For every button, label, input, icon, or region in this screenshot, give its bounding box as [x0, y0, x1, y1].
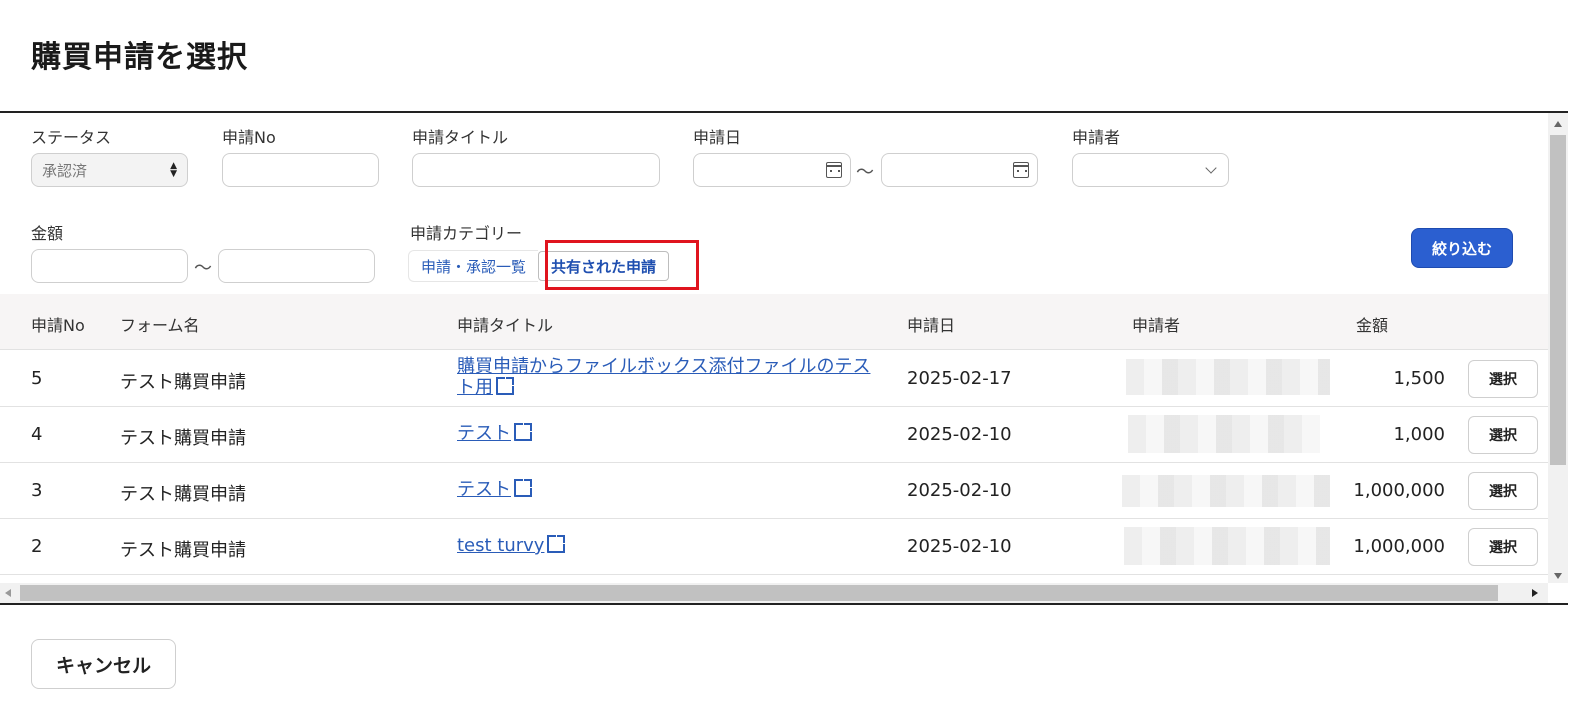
blurred-applicant — [1128, 415, 1320, 453]
amount-max-input[interactable] — [218, 249, 375, 283]
header-date: 申請日 — [907, 316, 956, 335]
header-title: 申請タイトル — [457, 316, 554, 335]
table-row: 4 テスト購買申請 テスト 2025-02-10 1,000 選択 — [0, 407, 1548, 463]
row-amount: 1,000 — [1393, 424, 1445, 445]
select-button[interactable]: 選択 — [1468, 528, 1538, 566]
row-title[interactable]: 購買申請からファイルボックス添付ファイルのテスト用 — [457, 356, 870, 398]
header-no: 申請No — [31, 316, 85, 335]
table-row: 5 テスト購買申請 購買申請からファイルボックス添付ファイルのテスト用 2025… — [0, 351, 1548, 407]
search-panel: ステータス 承認済 ▲ ▼ 申請No 申請タイトル 申請日 ～ 申請者 金額 ～ … — [0, 111, 1568, 605]
row-title-link[interactable]: test turvy — [457, 535, 566, 556]
calendar-icon[interactable] — [826, 162, 842, 178]
scroll-left-icon[interactable] — [5, 589, 11, 597]
table-header: 申請No フォーム名 申請タイトル 申請日 申請者 金額 — [0, 294, 1548, 350]
filter-button[interactable]: 絞り込む — [1411, 228, 1513, 268]
title-input[interactable] — [412, 153, 660, 187]
no-input[interactable] — [222, 153, 379, 187]
header-applicant: 申請者 — [1132, 316, 1181, 335]
header-amount: 金額 — [1356, 316, 1389, 335]
row-amount: 1,500 — [1393, 368, 1445, 389]
amount-range-separator: ～ — [194, 258, 212, 279]
row-title-link[interactable]: テスト — [457, 423, 532, 444]
title-label: 申請タイトル — [412, 128, 509, 147]
external-link-icon — [547, 535, 566, 553]
select-button[interactable]: 選択 — [1468, 360, 1538, 398]
cancel-button[interactable]: キャンセル — [31, 639, 176, 689]
header-form: フォーム名 — [120, 316, 200, 335]
category-tabs: 申請・承認一覧 共有された申請 — [408, 249, 670, 283]
blurred-applicant — [1124, 527, 1330, 565]
category-label: 申請カテゴリー — [410, 224, 523, 243]
external-link-icon — [496, 377, 514, 395]
row-form: テスト購買申請 — [120, 484, 246, 505]
row-title[interactable]: test turvy — [457, 535, 544, 556]
tab-request-approval-list[interactable]: 申請・承認一覧 — [408, 250, 539, 282]
page-title: 購買申請を選択 — [31, 40, 248, 75]
row-amount: 1,000,000 — [1353, 536, 1445, 557]
select-button[interactable]: 選択 — [1468, 472, 1538, 510]
calendar-icon[interactable] — [1013, 162, 1029, 178]
row-date: 2025-02-10 — [907, 424, 1012, 445]
row-date: 2025-02-17 — [907, 368, 1012, 389]
applicant-label: 申請者 — [1072, 128, 1121, 147]
row-no: 5 — [31, 368, 43, 389]
row-title[interactable]: テスト — [457, 423, 511, 444]
updown-icon: ▲ ▼ — [170, 161, 177, 179]
row-amount: 1,000,000 — [1353, 480, 1445, 501]
no-label: 申請No — [222, 128, 276, 147]
tab-shared-requests[interactable]: 共有された申請 — [538, 251, 670, 281]
horizontal-scroll-thumb[interactable] — [20, 585, 1498, 601]
amount-label: 金額 — [31, 224, 64, 243]
vertical-scroll-thumb[interactable] — [1550, 135, 1566, 465]
row-no: 4 — [31, 424, 43, 445]
table-row: 2 テスト購買申請 test turvy 2025-02-10 1,000,00… — [0, 519, 1548, 575]
date-range-separator: ～ — [856, 162, 874, 183]
row-no: 2 — [31, 536, 43, 557]
scroll-up-icon[interactable] — [1554, 121, 1562, 127]
scroll-right-icon[interactable] — [1532, 589, 1538, 597]
status-select[interactable]: 承認済 ▲ ▼ — [31, 153, 188, 187]
row-title-link[interactable]: テスト — [457, 479, 532, 500]
blurred-applicant — [1122, 475, 1330, 507]
status-value: 承認済 — [42, 161, 88, 180]
vertical-scrollbar[interactable] — [1548, 113, 1568, 583]
applicant-select[interactable] — [1072, 153, 1229, 187]
horizontal-scrollbar[interactable] — [0, 583, 1548, 603]
row-date: 2025-02-10 — [907, 536, 1012, 557]
external-link-icon — [514, 423, 532, 441]
row-no: 3 — [31, 480, 43, 501]
row-form: テスト購買申請 — [120, 372, 246, 393]
row-title[interactable]: テスト — [457, 479, 511, 500]
date-label: 申請日 — [693, 128, 742, 147]
scroll-down-icon[interactable] — [1554, 573, 1562, 579]
blurred-applicant — [1126, 359, 1330, 395]
row-form: テスト購買申請 — [120, 540, 246, 561]
table-row: 3 テスト購買申請 テスト 2025-02-10 1,000,000 選択 — [0, 463, 1548, 519]
row-date: 2025-02-10 — [907, 480, 1012, 501]
row-title-link[interactable]: 購買申請からファイルボックス添付ファイルのテスト用 — [457, 356, 887, 398]
external-link-icon — [514, 479, 532, 497]
select-button[interactable]: 選択 — [1468, 416, 1538, 454]
amount-min-input[interactable] — [31, 249, 188, 283]
row-form: テスト購買申請 — [120, 428, 246, 449]
status-label: ステータス — [31, 128, 112, 147]
